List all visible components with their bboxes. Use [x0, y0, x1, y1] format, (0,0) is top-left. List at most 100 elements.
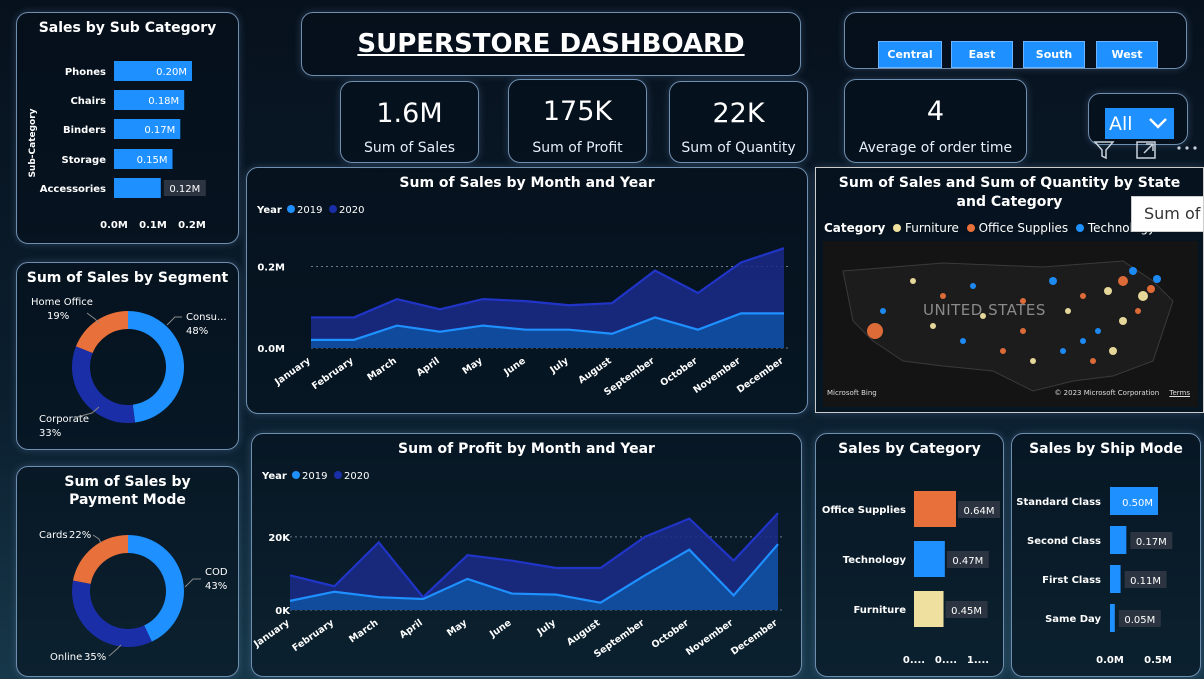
bing-logo-text: Microsoft Bing: [827, 389, 877, 397]
region-button-south[interactable]: South: [1023, 41, 1085, 68]
region-button-east[interactable]: East: [951, 41, 1013, 68]
legend-dot-office: [966, 224, 975, 232]
data-label: 0.11M: [1130, 576, 1161, 587]
y-tick-label: 0K: [275, 606, 291, 617]
x-tick-label: 0....: [935, 655, 957, 666]
kpi-sales: 1.6M Sum of Sales: [340, 81, 479, 163]
slice-percent-label: 35%: [84, 652, 106, 663]
leader-line: [108, 644, 122, 657]
sales-month-area-chart[interactable]: Year 2019 2020 0.0M 0.2M JanuaryFebruary March…: [247, 168, 809, 415]
map-bubble: [1095, 328, 1101, 334]
bing-logo: Microsoft Bing: [827, 389, 877, 397]
x-tick-label: 0.1M: [139, 220, 167, 231]
filter-icon[interactable]: [1092, 138, 1116, 162]
map-bubble: [880, 308, 886, 314]
data-label: 0.20M: [156, 67, 187, 78]
region-button-central[interactable]: Central: [878, 41, 942, 68]
x-tick-label: March: [365, 355, 398, 383]
x-tick-label: 0....: [903, 655, 925, 666]
map-bubble: [1000, 348, 1006, 354]
x-tick-label: February: [310, 355, 356, 392]
map-bubble: [930, 323, 936, 329]
x-tick-label: May: [461, 355, 486, 377]
tooltip-text: Sum of: [1144, 204, 1201, 223]
data-label: 0.50M: [1122, 498, 1153, 509]
x-tick-label: October: [650, 617, 692, 651]
ship-mode-bar-chart[interactable]: Standard Class 0.50M Second Class 0.17M Firs…: [1012, 434, 1202, 678]
legend-label: 2020: [344, 471, 369, 482]
slice-category-label: COD: [205, 567, 228, 578]
region-slicer-card: Central East South West: [844, 12, 1187, 69]
all-dropdown[interactable]: All: [1105, 108, 1174, 139]
leader-line: [166, 316, 182, 326]
legend-dot: [334, 471, 342, 479]
leader-line: [92, 534, 102, 544]
x-tick-label: January: [252, 617, 292, 650]
kpi-order-time: 4 Average of order time: [844, 79, 1027, 163]
map-bubble: [1119, 317, 1127, 325]
category-bar-chart[interactable]: Office Supplies 0.64M Technology 0.47M Furni…: [816, 434, 1005, 678]
map-attribution: © 2023 Microsoft Corporation Terms: [1054, 389, 1190, 397]
map-bubble: [1118, 276, 1128, 286]
kpi-profit-label: Sum of Profit: [532, 140, 623, 156]
map-bubble: [1060, 348, 1066, 354]
legend-furniture: Furniture: [905, 221, 959, 235]
bar: [914, 591, 944, 627]
map-area[interactable]: UNITED STATES Microsoft Bing © 2023 Micr…: [823, 241, 1198, 407]
map-bubble: [1153, 275, 1161, 283]
category-label: Accessories: [40, 184, 106, 195]
map-bubble: [910, 278, 916, 284]
kpi-sales-value: 1.6M: [376, 98, 443, 129]
donut-slice: [75, 311, 128, 354]
x-tick-label: 0.5M: [1144, 655, 1172, 666]
donut-slice: [71, 580, 152, 647]
data-label: 0.17M: [1136, 537, 1167, 548]
data-label: 0.05M: [1124, 615, 1155, 626]
category-label: Furniture: [853, 605, 906, 616]
payment-donut-chart[interactable]: COD 43% Online 35% Cards 22%: [17, 467, 240, 678]
x-tick-label: June: [501, 355, 527, 378]
legend-dot-tech: [1076, 224, 1084, 232]
map-country-label: UNITED STATES: [923, 301, 1046, 319]
legend-dot-furniture: [893, 224, 902, 232]
x-tick-label: February: [290, 617, 336, 654]
legend-label: 2020: [339, 205, 364, 216]
visual-header-icons: [1092, 138, 1204, 164]
map-bubble: [960, 338, 966, 344]
leader-line: [86, 312, 100, 324]
map-bubble: [1020, 328, 1026, 334]
sub-category-chart[interactable]: Sub-Category Phones 0.20M Chairs 0.18M Binder…: [17, 13, 240, 245]
more-options-icon[interactable]: [1174, 138, 1200, 162]
focus-mode-icon[interactable]: [1134, 138, 1158, 162]
x-tick-label: December: [729, 617, 780, 657]
legend-title: Year: [256, 205, 282, 216]
data-label: 0.47M: [952, 556, 983, 567]
kpi-profit: 175K Sum of Profit: [508, 79, 647, 163]
legend-office-supplies: Office Supplies: [978, 221, 1069, 235]
dashboard-title: SUPERSTORE DASHBOARD: [357, 29, 745, 59]
x-tick-label: December: [735, 355, 786, 395]
map-bubble: [1135, 308, 1141, 314]
ship-mode-card: Sales by Ship Mode Standard Class 0.50M Se…: [1011, 433, 1201, 677]
x-tick-label: November: [691, 355, 743, 396]
x-tick-label: January: [272, 355, 313, 388]
map-bubble: [1049, 277, 1057, 285]
data-label: 0.64M: [964, 506, 995, 517]
profit-month-area-chart[interactable]: Year 2019 2020 0K 20K JanuaryFebruary March Apr…: [252, 434, 803, 678]
data-label: 0.15M: [137, 155, 168, 166]
leader-line: [184, 578, 201, 588]
slice-percent-label: 19%: [47, 311, 69, 322]
attribution-text: © 2023 Microsoft Corporation: [1054, 389, 1160, 397]
segment-donut-chart[interactable]: Consu...48%Corporate33%Home Office19%: [17, 263, 240, 451]
legend-dot: [287, 205, 295, 213]
x-tick-label: November: [684, 617, 736, 658]
y-tick-label: 0.2M: [257, 263, 285, 274]
category-label: First Class: [1042, 575, 1101, 586]
x-tick-label: 1....: [967, 655, 989, 666]
bar: [1110, 526, 1127, 554]
category-label: Technology: [843, 555, 907, 566]
terms-link[interactable]: Terms: [1169, 389, 1190, 397]
map-bubble: [1090, 358, 1096, 364]
region-button-west[interactable]: West: [1096, 41, 1158, 68]
category-label: Chairs: [70, 96, 106, 107]
